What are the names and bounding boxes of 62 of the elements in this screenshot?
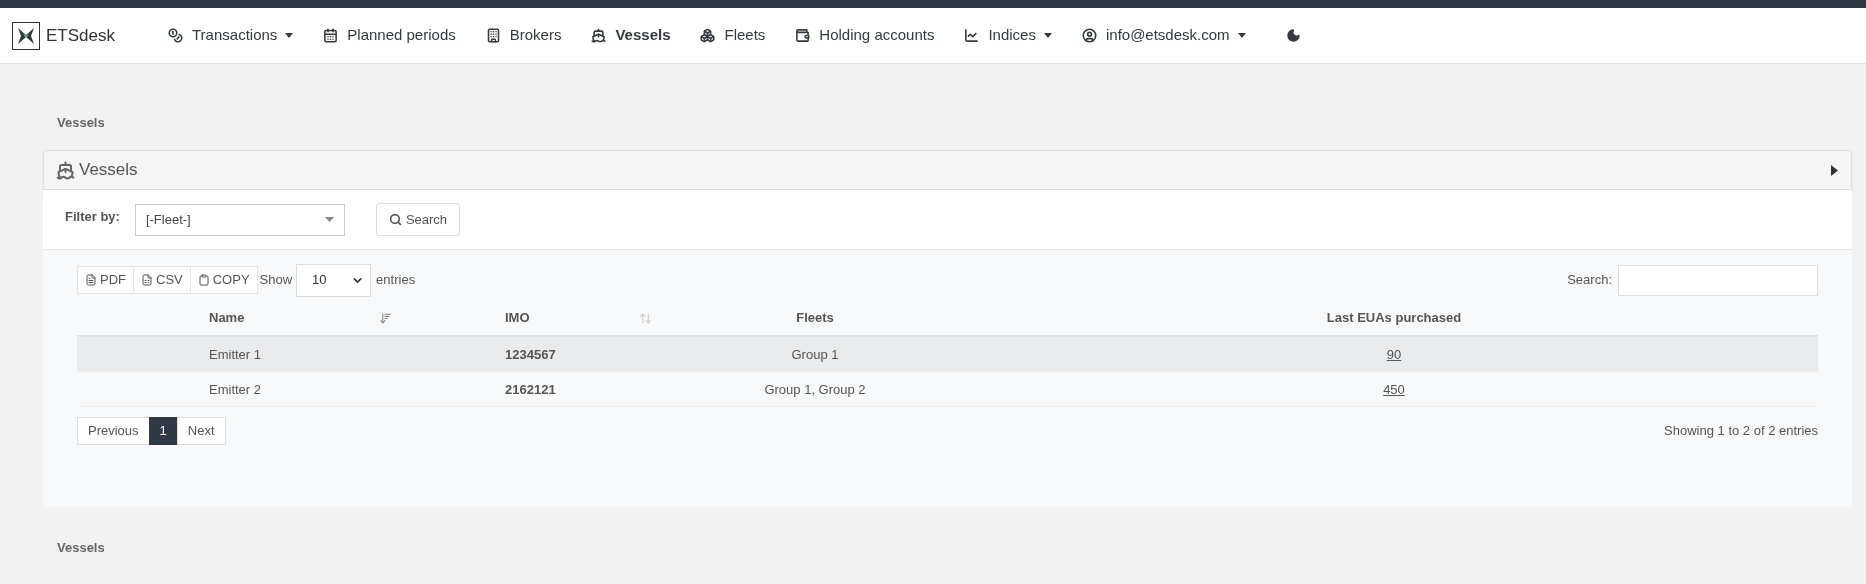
- entries-select[interactable]: 10: [296, 263, 372, 297]
- moon-icon[interactable]: [1285, 28, 1301, 43]
- nav-link[interactable]: Transactions: [168, 24, 294, 47]
- fleet-select[interactable]: [-Fleet-]: [134, 203, 345, 236]
- file-icon: [85, 274, 97, 286]
- breadcrumb: Vessels: [57, 115, 105, 130]
- entries-label: entries: [376, 271, 416, 290]
- table-cell: Group 1: [791, 347, 839, 362]
- user-icon: [1081, 28, 1097, 43]
- column-header[interactable]: Name: [209, 308, 245, 328]
- sort-icon[interactable]: [379, 311, 392, 325]
- ship-icon: [56, 160, 75, 180]
- line-chart-icon: [964, 28, 980, 43]
- table-cell: Group 1, Group 2: [764, 382, 866, 397]
- clipboard-icon: [197, 274, 210, 286]
- nav-link[interactable]: Brokers: [485, 24, 562, 47]
- column-header[interactable]: Last EUAs purchased: [1326, 308, 1462, 328]
- show-label: Show: [259, 271, 293, 290]
- nav-link[interactable]: Fleets: [700, 24, 766, 47]
- ship-icon: [591, 28, 607, 43]
- export-button[interactable]: PDF: [77, 266, 134, 294]
- spreadsheet-icon: [141, 274, 153, 286]
- building-icon: [485, 28, 501, 43]
- page-button[interactable]: Previous: [77, 417, 150, 445]
- page-button[interactable]: Next: [176, 417, 226, 445]
- card-title: Vessels: [79, 159, 138, 182]
- table-cell: Emitter 2: [209, 382, 261, 397]
- table-cell: Emitter 1: [209, 347, 261, 362]
- filter-label: Filter by:: [65, 207, 120, 226]
- table-cell: 1234567: [505, 347, 556, 362]
- footer-text: Vessels: [57, 540, 105, 555]
- export-button[interactable]: CSV: [133, 266, 191, 294]
- nav-link[interactable]: Indices: [964, 24, 1052, 47]
- caret-right-icon[interactable]: [1831, 164, 1839, 176]
- column-header[interactable]: IMO: [505, 308, 530, 328]
- export-button[interactable]: COPY: [189, 266, 258, 294]
- boxes-icon: [700, 28, 716, 43]
- nav-link[interactable]: Vessels: [591, 24, 671, 47]
- amount-link[interactable]: 450: [1383, 382, 1405, 397]
- logo-icon: [12, 21, 40, 50]
- caret-icon: [1043, 33, 1052, 38]
- caret-icon: [1237, 33, 1246, 38]
- nav-link[interactable]: Holding accounts: [795, 24, 935, 47]
- amount-link[interactable]: 90: [1386, 347, 1402, 362]
- coins-icon: [168, 28, 183, 43]
- search-label: Search:: [1567, 271, 1612, 290]
- brand-name[interactable]: ETSdesk: [46, 22, 115, 49]
- table-cell: 2162121: [505, 382, 556, 397]
- column-header[interactable]: Fleets: [796, 308, 834, 328]
- nav-link[interactable]: Planned periods: [323, 24, 456, 47]
- nav-link[interactable]: info@etsdesk.com: [1081, 24, 1246, 47]
- table-row[interactable]: Emitter 1 1234567 Group 1 90: [77, 337, 1818, 372]
- table-info: Showing 1 to 2 of 2 entries: [1664, 422, 1818, 441]
- caret-icon: [285, 33, 294, 38]
- page-button[interactable]: 1: [148, 417, 178, 445]
- search-button[interactable]: Search: [375, 203, 461, 236]
- search-icon: [388, 213, 402, 226]
- search-field[interactable]: [1618, 264, 1818, 296]
- wallet-icon: [795, 28, 811, 43]
- calendar-icon: [323, 28, 339, 43]
- caret-icon: [324, 217, 334, 222]
- table-row[interactable]: Emitter 2 2162121 Group 1, Group 2 450: [77, 372, 1818, 407]
